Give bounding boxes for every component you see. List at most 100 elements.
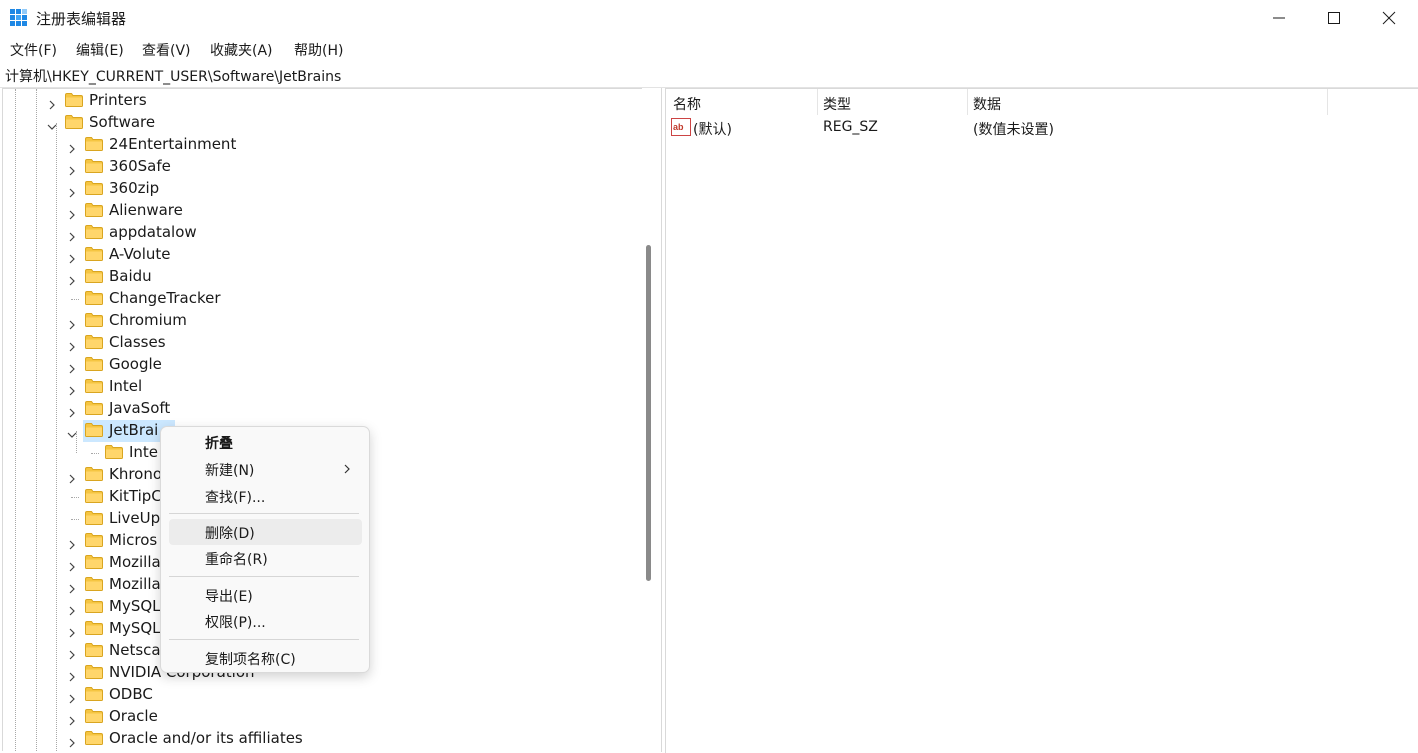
chevron-right-icon[interactable] [67, 382, 77, 396]
folder-icon [85, 203, 103, 217]
title-bar: 注册表编辑器 [0, 0, 1418, 36]
tree-node[interactable]: ChangeTracker [67, 288, 627, 310]
address-bar[interactable]: 计算机\HKEY_CURRENT_USER\Software\JetBrains [0, 62, 1418, 88]
value-type: REG_SZ [823, 119, 878, 135]
menu-help[interactable]: 帮助(H) [294, 40, 343, 60]
menu-view[interactable]: 查看(V) [142, 40, 191, 60]
chevron-right-icon[interactable] [67, 558, 77, 572]
chevron-right-icon[interactable] [67, 580, 77, 594]
chevron-right-icon[interactable] [67, 360, 77, 374]
menu-item-delete[interactable]: 删除(D) [169, 519, 362, 545]
tree-node[interactable]: JavaSoft [67, 398, 627, 420]
tree-node[interactable]: Baidu [67, 266, 627, 288]
chevron-right-icon[interactable] [67, 734, 77, 748]
tree-node[interactable]: Chromium [67, 310, 627, 332]
column-divider[interactable] [1327, 89, 1328, 115]
close-icon [1382, 11, 1396, 25]
chevron-right-icon[interactable] [67, 206, 77, 220]
folder-icon [85, 511, 103, 525]
chevron-right-icon[interactable] [67, 184, 77, 198]
menu-item-copy-key-name[interactable]: 复制项名称(C) [169, 645, 362, 671]
tree-node-label: JetBrai [109, 421, 159, 439]
menu-item-collapse[interactable]: 折叠 [169, 429, 362, 455]
close-button[interactable] [1362, 0, 1416, 36]
tree-node-label: Baidu [109, 267, 152, 285]
menu-item-new[interactable]: 新建(N) [169, 456, 362, 482]
chevron-right-icon[interactable] [67, 668, 77, 682]
tree-node[interactable]: Classes [67, 332, 627, 354]
tree-node[interactable]: Intel [67, 376, 627, 398]
tree-node-label: appdatalow [109, 223, 197, 241]
column-divider[interactable] [817, 89, 818, 115]
tree-node-label: ODBC [109, 685, 153, 703]
menu-item-export[interactable]: 导出(E) [169, 582, 362, 608]
chevron-right-icon[interactable] [67, 646, 77, 660]
value-data: (数值未设置) [973, 122, 1054, 138]
folder-icon [85, 731, 103, 745]
column-header-type[interactable]: 类型 [823, 94, 851, 114]
tree-node[interactable]: Alienware [67, 200, 627, 222]
tree-node[interactable]: Oracle [67, 706, 627, 728]
folder-icon [85, 621, 103, 635]
values-pane[interactable]: 名称 类型 数据 ab (默认) REG_SZ (数值未设置) [665, 88, 1418, 753]
chevron-right-icon[interactable] [67, 250, 77, 264]
chevron-right-icon[interactable] [67, 316, 77, 330]
chevron-right-icon[interactable] [67, 140, 77, 154]
tree-node-label: MySQL [109, 597, 161, 615]
column-header-name[interactable]: 名称 [673, 94, 701, 114]
tree-node-label: JavaSoft [109, 399, 171, 417]
maximize-button[interactable] [1307, 0, 1361, 36]
menu-item-label: 导出(E) [205, 589, 253, 605]
folder-icon [85, 225, 103, 239]
menu-favorites[interactable]: 收藏夹(A) [210, 40, 273, 60]
context-menu: 折叠 新建(N) 查找(F)... 删除(D) 重命名(R) 导出(E) 权限(… [160, 426, 370, 673]
tree-node[interactable]: Printers [47, 90, 607, 112]
chevron-right-icon[interactable] [67, 690, 77, 704]
tree-node-label: Google [109, 355, 162, 373]
chevron-right-icon[interactable] [67, 338, 77, 352]
menu-file[interactable]: 文件(F) [10, 40, 57, 60]
tree-node[interactable]: Oracle and/or its affiliates [67, 728, 627, 750]
menu-item-label: 查找(F)... [205, 490, 266, 506]
chevron-right-icon[interactable] [67, 404, 77, 418]
tree-node[interactable]: A-Volute [67, 244, 627, 266]
menu-item-permissions[interactable]: 权限(P)... [169, 608, 362, 634]
folder-icon [65, 93, 83, 107]
tree-node[interactable]: ODBC [67, 684, 627, 706]
column-header-data[interactable]: 数据 [973, 94, 1001, 114]
menu-item-find[interactable]: 查找(F)... [169, 483, 362, 509]
chevron-right-icon[interactable] [67, 536, 77, 550]
chevron-right-icon[interactable] [67, 162, 77, 176]
chevron-right-icon[interactable] [67, 624, 77, 638]
tree-node[interactable]: 360zip [67, 178, 627, 200]
tree-node-label: LiveUp [109, 509, 161, 527]
chevron-right-icon[interactable] [67, 228, 77, 242]
menu-item-label: 权限(P)... [205, 615, 266, 631]
chevron-down-icon[interactable] [47, 118, 57, 130]
tree-node[interactable]: appdatalow [67, 222, 627, 244]
address-path[interactable]: 计算机\HKEY_CURRENT_USER\Software\JetBrains [5, 66, 341, 86]
chevron-down-icon[interactable] [67, 426, 77, 438]
menu-item-rename[interactable]: 重命名(R) [169, 545, 362, 571]
chevron-right-icon[interactable] [67, 712, 77, 726]
tree-node-label: Mozilla [109, 553, 161, 571]
chevron-right-icon[interactable] [67, 470, 77, 484]
column-divider[interactable] [967, 89, 968, 115]
menu-separator [169, 576, 359, 577]
chevron-right-icon[interactable] [67, 602, 77, 616]
folder-icon [85, 577, 103, 591]
tree-guide-line [56, 123, 57, 751]
tree-node[interactable]: Google [67, 354, 627, 376]
tree-scrollbar-thumb[interactable] [646, 245, 651, 581]
minimize-button[interactable] [1252, 0, 1306, 36]
tree-node[interactable]: 360Safe [67, 156, 627, 178]
chevron-right-icon[interactable] [67, 272, 77, 286]
tree-node[interactable]: Software [47, 112, 607, 134]
chevron-right-icon[interactable] [47, 96, 57, 110]
tree-node-label: MySQL [109, 619, 161, 637]
maximize-icon [1328, 12, 1340, 24]
tree-node-label: 360zip [109, 179, 160, 197]
menu-edit[interactable]: 编辑(E) [76, 40, 124, 60]
tree-node-label: Intel [109, 377, 143, 395]
tree-node[interactable]: 24Entertainment [67, 134, 627, 156]
